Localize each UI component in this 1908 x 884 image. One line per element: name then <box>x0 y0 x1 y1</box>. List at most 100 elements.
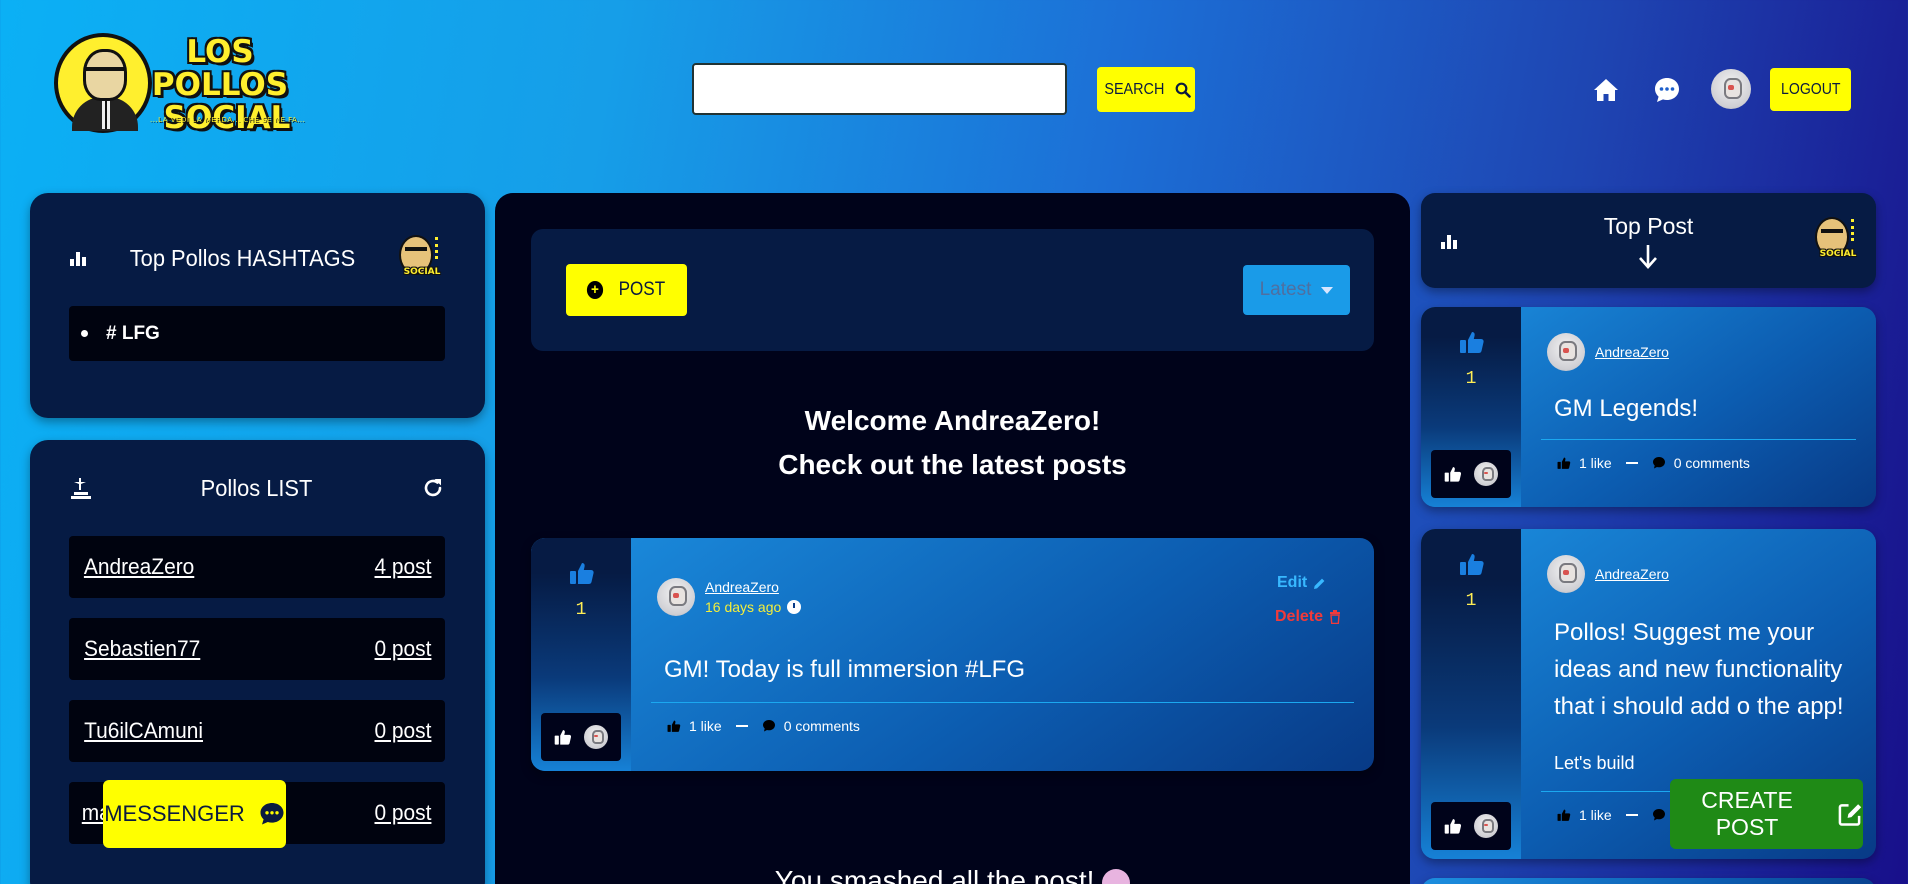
hashtag-item[interactable]: # LFG <box>69 306 445 361</box>
top-hashtags-panel: Top Pollos HASHTAGS SOCIAL # LFG <box>30 193 485 418</box>
author-avatar[interactable] <box>1547 555 1585 593</box>
list-item: AndreaZero 4 post <box>69 536 445 598</box>
user-post-count[interactable]: 0 post <box>375 718 432 744</box>
separator <box>1625 814 1638 816</box>
thumbs-up-icon <box>554 730 572 745</box>
comments-label[interactable]: 0 comments <box>784 718 860 734</box>
top-post-header: Top Post SOCIAL <box>1421 193 1876 288</box>
search-button-label: SEARCH <box>1103 80 1165 98</box>
author-name[interactable]: AndreaZero <box>1595 566 1669 582</box>
home-icon[interactable] <box>1592 76 1620 104</box>
like-count: 1 <box>575 600 587 620</box>
separator <box>1625 462 1638 464</box>
like-count: 1 <box>1465 369 1477 389</box>
like-count: 1 <box>1465 591 1477 611</box>
logout-label: LOGOUT <box>1780 80 1841 98</box>
thumbs-up-icon <box>667 720 681 732</box>
comments-label[interactable]: 0 comments <box>1674 455 1750 471</box>
thumbs-up-icon <box>1444 819 1462 834</box>
separator <box>735 725 748 727</box>
liker-avatar <box>584 725 608 749</box>
edit-post-link[interactable]: Edit <box>1277 574 1326 592</box>
feed-toolbar: + POST Latest <box>531 229 1374 351</box>
logo-tagline: ...LA VEDI LA MERDA... CHE SE NE FA... <box>150 116 306 124</box>
user-link[interactable]: Tu6ilCAmuni <box>84 718 203 744</box>
chevron-down-icon <box>1321 286 1334 294</box>
post-stats: 1 like 0 comments <box>1557 455 1750 471</box>
welcome-heading: Welcome AndreaZero! <box>804 405 1101 436</box>
post-divider <box>651 702 1354 703</box>
vote-column: 1 <box>1421 307 1521 507</box>
list-item: Sebastien77 0 post <box>69 618 445 680</box>
user-link[interactable]: Sebastien77 <box>84 636 200 662</box>
main-feed: + POST Latest Welcome AndreaZero! Check … <box>495 193 1410 884</box>
author-name[interactable]: AndreaZero <box>705 579 801 595</box>
post-body: AndreaZero 16 days ago Edit Delete GM! T… <box>631 538 1374 771</box>
pollos-list-header: Pollos LIST <box>70 463 445 513</box>
likers-box[interactable] <box>1431 802 1511 850</box>
likes-label: 1 like <box>1579 807 1612 823</box>
author-avatar[interactable] <box>657 578 695 616</box>
vote-column: 1 <box>1421 529 1521 859</box>
liker-avatar <box>1474 814 1498 838</box>
user-avatar[interactable] <box>1711 69 1751 109</box>
podium-icon <box>71 478 91 499</box>
comment-icon <box>1652 457 1665 469</box>
hashtags-title: Top Pollos HASHTAGS <box>129 244 356 271</box>
likers-box[interactable] <box>1431 450 1511 498</box>
pollos-mini-logo: SOCIAL <box>397 233 445 283</box>
post-content: GM! Today is full immersion #LFG <box>664 656 1025 683</box>
messenger-button[interactable]: MESSENGER <box>103 780 286 848</box>
logout-button[interactable]: LOGOUT <box>1770 68 1851 111</box>
sort-dropdown[interactable]: Latest <box>1243 265 1350 315</box>
post-author: AndreaZero <box>1547 555 1669 593</box>
refresh-icon[interactable] <box>421 476 445 500</box>
top-header: LOS POLLOS SOCIAL ...LA VEDI LA MERDA...… <box>0 0 1908 180</box>
hashtags-header: Top Pollos HASHTAGS SOCIAL <box>70 233 445 283</box>
user-post-count[interactable]: 0 post <box>375 800 432 826</box>
trash-icon <box>1330 610 1341 624</box>
thumbs-up-icon <box>1444 467 1462 482</box>
edit-square-icon <box>1838 804 1862 826</box>
user-post-count[interactable]: 0 post <box>375 636 432 662</box>
feed-post-card: 1 AndreaZero 16 days ago Edit Delete GM!… <box>531 538 1374 771</box>
pencil-icon <box>1314 578 1325 589</box>
post-body: AndreaZero GM Legends! 1 like 0 comments <box>1521 307 1876 507</box>
messenger-label: MESSENGER <box>104 801 245 826</box>
post-stats: 1 like 0 <box>1557 807 1681 823</box>
liker-avatar <box>1474 462 1498 486</box>
plus-circle-icon: + <box>586 281 603 299</box>
thumbs-up-icon[interactable] <box>1459 329 1485 355</box>
likes-label: 1 like <box>1579 455 1612 471</box>
chat-bubble-icon <box>260 803 284 825</box>
post-content: Pollos! Suggest me your ideas and new fu… <box>1554 619 1844 720</box>
post-timestamp: 16 days ago <box>705 599 802 615</box>
create-post-button[interactable]: CREATE POST <box>1670 779 1863 849</box>
search-input[interactable] <box>692 63 1067 115</box>
delete-post-link[interactable]: Delete <box>1275 608 1341 626</box>
messages-icon[interactable] <box>1653 76 1681 104</box>
likers-box[interactable] <box>541 713 621 761</box>
thumbs-up-icon <box>1557 457 1571 469</box>
pollos-mini-logo: SOCIAL <box>1813 215 1861 265</box>
post-content: GM Legends! <box>1554 395 1699 422</box>
user-link[interactable]: AndreaZero <box>84 554 194 580</box>
post-divider <box>1541 439 1856 440</box>
pollos-list-title: Pollos LIST <box>200 474 313 501</box>
thumbs-up-icon <box>1557 809 1571 821</box>
author-name[interactable]: AndreaZero <box>1595 344 1669 360</box>
los-pollos-social-logo[interactable]: LOS POLLOS SOCIAL ...LA VEDI LA MERDA...… <box>54 30 306 140</box>
vote-column: 1 <box>531 538 631 771</box>
new-post-button[interactable]: + POST <box>566 264 687 316</box>
author-avatar[interactable] <box>1547 333 1585 371</box>
thumbs-up-icon[interactable] <box>569 560 595 586</box>
search-button[interactable]: SEARCH <box>1097 67 1195 112</box>
post-subtext: Let's build <box>1554 753 1635 773</box>
search-icon <box>1175 82 1192 98</box>
top-post-title: Top Post <box>1603 213 1694 239</box>
thumbs-up-icon[interactable] <box>1459 551 1485 577</box>
top-post-card <box>1421 878 1876 884</box>
clock-icon <box>787 600 802 614</box>
create-post-label: CREATE POST <box>1701 787 1793 840</box>
user-post-count[interactable]: 4 post <box>375 554 432 580</box>
